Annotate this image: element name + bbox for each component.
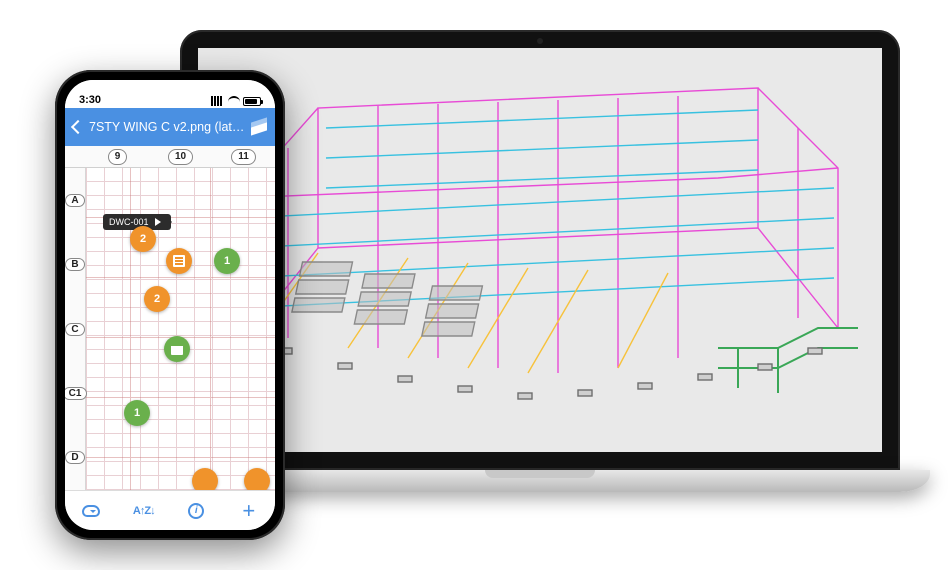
pin-count: 2 xyxy=(154,293,160,305)
phone-screen: 3:30 7STY WING C v2.png (latest) 9 10 11 xyxy=(65,80,275,530)
info-button[interactable]: i xyxy=(181,496,211,526)
laptop-bezel xyxy=(180,30,900,470)
pin-count: 1 xyxy=(134,407,140,419)
grid-row-label: C1 xyxy=(65,387,87,400)
column-labels: 9 10 11 xyxy=(86,146,275,167)
grid-row-label: C xyxy=(65,323,84,336)
status-bar: 3:30 xyxy=(65,80,275,108)
app-header: 7STY WING C v2.png (latest) xyxy=(65,108,275,146)
laptop-trackpad-notch xyxy=(485,470,595,478)
cloud-download-icon xyxy=(82,505,100,517)
grid-col-label: 11 xyxy=(231,149,256,165)
signal-icon xyxy=(211,96,225,106)
add-button[interactable]: + xyxy=(234,496,264,526)
grid-row-label: B xyxy=(65,258,84,271)
sheet-icon xyxy=(173,255,185,267)
play-icon xyxy=(155,218,165,226)
map-pin[interactable]: 1 xyxy=(214,248,240,274)
plus-icon: + xyxy=(242,500,255,522)
map-pin[interactable] xyxy=(164,336,190,362)
map-pin[interactable] xyxy=(192,468,218,490)
phone-mockup: 3:30 7STY WING C v2.png (latest) 9 10 11 xyxy=(55,70,285,540)
row-ruler: A B C C1 D xyxy=(65,168,86,490)
layers-icon xyxy=(251,119,267,135)
pin-count: 1 xyxy=(224,255,230,267)
chevron-left-icon xyxy=(71,120,85,134)
sort-button[interactable]: A↑Z↓ xyxy=(129,496,159,526)
map-pin[interactable]: 1 xyxy=(124,400,150,426)
column-ruler: 9 10 11 xyxy=(65,146,275,168)
grid-col-label: 10 xyxy=(168,149,193,165)
status-time: 3:30 xyxy=(79,94,101,106)
sort-icon: A↑Z↓ xyxy=(133,505,155,517)
document-title: 7STY WING C v2.png (latest) xyxy=(89,120,245,134)
grid-row-label: D xyxy=(65,451,84,464)
map-pin[interactable]: 2 xyxy=(130,226,156,252)
layers-button[interactable] xyxy=(251,119,267,135)
laptop-camera xyxy=(537,38,543,44)
grid-col-label: 9 xyxy=(108,149,128,165)
map-pin[interactable] xyxy=(244,468,270,490)
back-button[interactable] xyxy=(73,122,83,132)
laptop-screen xyxy=(198,48,882,452)
map-pin[interactable] xyxy=(166,248,192,274)
map-pin[interactable]: 2 xyxy=(144,286,170,312)
calendar-icon xyxy=(171,343,183,355)
pin-count: 2 xyxy=(140,233,146,245)
grid-row-label: A xyxy=(65,194,84,207)
wifi-icon xyxy=(228,96,240,106)
floor-plan-viewport[interactable]: A B C C1 D DWC-001 2121 xyxy=(65,168,275,490)
bottom-toolbar: A↑Z↓ i + xyxy=(65,490,275,530)
cloud-download-button[interactable] xyxy=(76,496,106,526)
info-icon: i xyxy=(188,503,204,519)
bim-structural-model[interactable] xyxy=(198,48,882,452)
battery-icon xyxy=(243,97,261,106)
